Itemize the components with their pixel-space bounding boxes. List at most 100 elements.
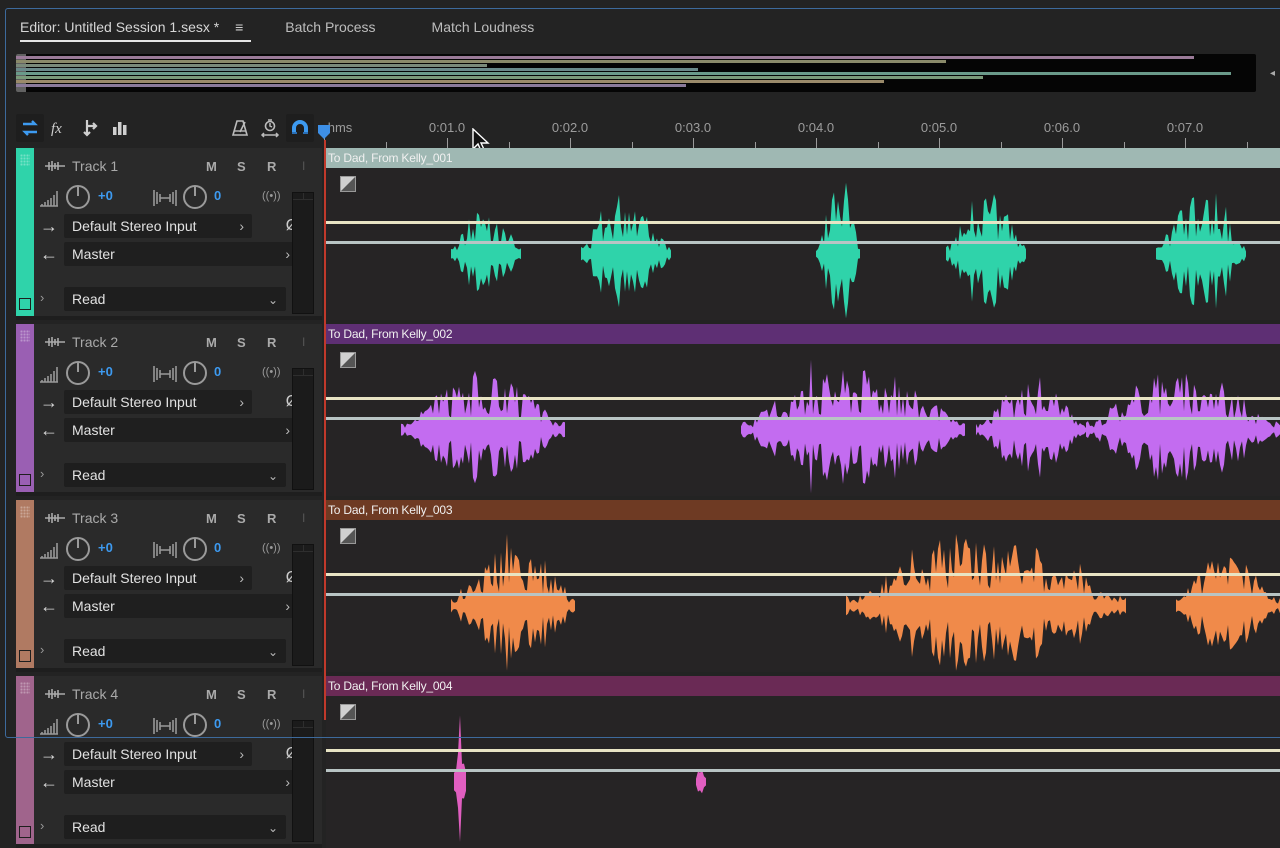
clip-title-bar[interactable]: To Dad, From Kelly_004	[326, 676, 1280, 696]
input-select[interactable]: Default Stereo Input ›	[64, 566, 252, 590]
track-select-checkbox[interactable]	[19, 826, 31, 838]
mute-button[interactable]: M	[206, 687, 217, 702]
stereo-mono-icon[interactable]: ((•))	[262, 190, 281, 202]
pan-envelope-line[interactable]	[326, 769, 1280, 772]
fade-in-handle[interactable]	[340, 528, 356, 544]
track-lane-4[interactable]: To Dad, From Kelly_004	[326, 676, 1280, 848]
monitor-input-button[interactable]: I	[302, 511, 305, 525]
track-name[interactable]: Track 3	[72, 510, 118, 526]
solo-button[interactable]: S	[237, 511, 246, 526]
monitor-input-button[interactable]: I	[302, 687, 305, 701]
pan-value[interactable]: 0	[214, 540, 221, 555]
mute-button[interactable]: M	[206, 335, 217, 350]
playhead-handle[interactable]	[317, 124, 331, 140]
metronome-button[interactable]	[226, 114, 254, 142]
tab-editor[interactable]: Editor: Untitled Session 1.sesx * ≡	[6, 10, 257, 46]
automation-mode-select[interactable]: Read ⌄	[64, 639, 286, 663]
audio-clip[interactable]	[326, 696, 1280, 848]
solo-button[interactable]: S	[237, 335, 246, 350]
pan-knob[interactable]	[183, 185, 207, 209]
output-select[interactable]: Master ›	[64, 418, 298, 442]
automation-expander-icon[interactable]: ›	[40, 642, 44, 657]
track-drag-grip[interactable]	[20, 330, 30, 342]
record-arm-button[interactable]: R	[267, 687, 276, 702]
automation-expander-icon[interactable]: ›	[40, 290, 44, 305]
clip-title-bar[interactable]: To Dad, From Kelly_002	[326, 324, 1280, 344]
record-arm-button[interactable]: R	[267, 159, 276, 174]
solo-button[interactable]: S	[237, 687, 246, 702]
output-select[interactable]: Master ›	[64, 594, 298, 618]
overview-scroll-icon[interactable]: ◂	[1270, 68, 1278, 79]
audio-clip[interactable]	[326, 168, 1280, 320]
volume-knob[interactable]	[66, 361, 90, 385]
track-select-checkbox[interactable]	[19, 650, 31, 662]
snap-button[interactable]	[286, 114, 314, 142]
automation-mode-select[interactable]: Read ⌄	[64, 463, 286, 487]
track-lane-3[interactable]: To Dad, From Kelly_003	[326, 500, 1280, 672]
session-overview-navigator[interactable]	[16, 54, 1256, 92]
solo-button[interactable]: S	[237, 159, 246, 174]
audio-clip[interactable]	[326, 344, 1280, 496]
pan-value[interactable]: 0	[214, 716, 221, 731]
effects-button[interactable]: fx	[46, 114, 74, 142]
pan-envelope-line[interactable]	[326, 593, 1280, 596]
volume-value[interactable]: +0	[98, 540, 113, 555]
volume-knob[interactable]	[66, 537, 90, 561]
monitor-input-button[interactable]: I	[302, 159, 305, 173]
track-select-checkbox[interactable]	[19, 298, 31, 310]
eq-button[interactable]	[106, 114, 134, 142]
stereo-mono-icon[interactable]: ((•))	[262, 366, 281, 378]
volume-knob[interactable]	[66, 713, 90, 737]
pan-knob[interactable]	[183, 713, 207, 737]
pan-envelope-line[interactable]	[326, 241, 1280, 244]
input-output-button[interactable]	[16, 114, 44, 142]
track-color-strip[interactable]	[16, 148, 34, 316]
track-drag-grip[interactable]	[20, 154, 30, 166]
panel-menu-icon[interactable]: ≡	[235, 10, 243, 44]
output-select[interactable]: Master ›	[64, 770, 298, 794]
stereo-mono-icon[interactable]: ((•))	[262, 542, 281, 554]
time-stretch-button[interactable]	[256, 114, 284, 142]
clip-title-bar[interactable]: To Dad, From Kelly_001	[326, 148, 1280, 168]
record-arm-button[interactable]: R	[267, 511, 276, 526]
mute-button[interactable]: M	[206, 159, 217, 174]
volume-value[interactable]: +0	[98, 364, 113, 379]
tab-match-loudness[interactable]: Match Loudness	[418, 10, 549, 46]
sends-button[interactable]	[76, 114, 104, 142]
input-select[interactable]: Default Stereo Input ›	[64, 214, 252, 238]
monitor-input-button[interactable]: I	[302, 335, 305, 349]
volume-envelope-line[interactable]	[326, 221, 1280, 224]
automation-expander-icon[interactable]: ›	[40, 466, 44, 481]
mute-button[interactable]: M	[206, 511, 217, 526]
volume-value[interactable]: +0	[98, 716, 113, 731]
automation-expander-icon[interactable]: ›	[40, 818, 44, 833]
track-lane-2[interactable]: To Dad, From Kelly_002	[326, 324, 1280, 496]
track-name[interactable]: Track 1	[72, 158, 118, 174]
audio-clip[interactable]	[326, 520, 1280, 672]
input-select[interactable]: Default Stereo Input ›	[64, 390, 252, 414]
input-select[interactable]: Default Stereo Input ›	[64, 742, 252, 766]
track-color-strip[interactable]	[16, 676, 34, 844]
output-select[interactable]: Master ›	[64, 242, 298, 266]
volume-envelope-line[interactable]	[326, 749, 1280, 752]
track-color-strip[interactable]	[16, 500, 34, 668]
pan-knob[interactable]	[183, 537, 207, 561]
automation-mode-select[interactable]: Read ⌄	[64, 287, 286, 311]
pan-knob[interactable]	[183, 361, 207, 385]
fade-in-handle[interactable]	[340, 352, 356, 368]
fade-in-handle[interactable]	[340, 704, 356, 720]
record-arm-button[interactable]: R	[267, 335, 276, 350]
track-drag-grip[interactable]	[20, 506, 30, 518]
pan-value[interactable]: 0	[214, 188, 221, 203]
tab-batch-process[interactable]: Batch Process	[271, 10, 389, 46]
track-name[interactable]: Track 2	[72, 334, 118, 350]
volume-value[interactable]: +0	[98, 188, 113, 203]
volume-envelope-line[interactable]	[326, 573, 1280, 576]
track-lane-1[interactable]: To Dad, From Kelly_001	[326, 148, 1280, 320]
volume-envelope-line[interactable]	[326, 397, 1280, 400]
track-name[interactable]: Track 4	[72, 686, 118, 702]
track-drag-grip[interactable]	[20, 682, 30, 694]
fade-in-handle[interactable]	[340, 176, 356, 192]
playhead-line[interactable]	[324, 140, 326, 720]
volume-knob[interactable]	[66, 185, 90, 209]
